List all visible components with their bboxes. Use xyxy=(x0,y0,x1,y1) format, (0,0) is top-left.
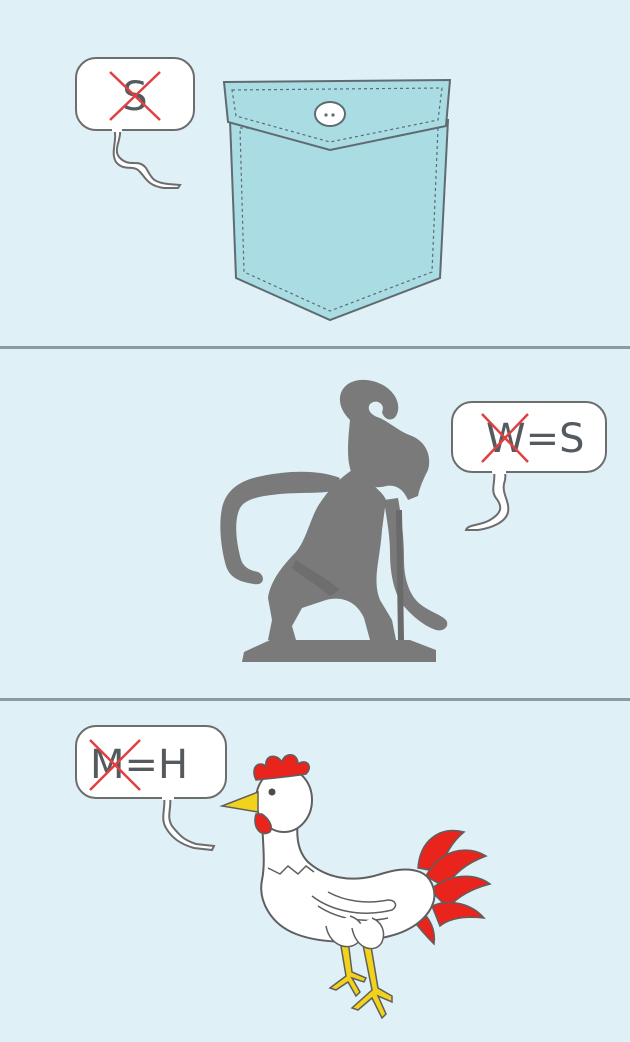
replacement-text: =S xyxy=(526,416,585,462)
crossed-letter: M xyxy=(90,742,125,788)
shadow-puppet-icon xyxy=(220,379,448,662)
panel-rooster: M=H xyxy=(0,701,630,1042)
rooster-icon xyxy=(219,754,492,1020)
panel-pocket: S xyxy=(0,0,630,346)
panel-shadow-puppet: W=S xyxy=(0,349,630,698)
replacement-text: =H xyxy=(125,742,189,788)
speech-bubble: M=H xyxy=(75,725,227,852)
speech-bubble: S xyxy=(75,57,195,189)
svg-text:M=H: M=H xyxy=(90,742,188,788)
svg-text:W=S: W=S xyxy=(486,416,584,462)
speech-bubble: W=S xyxy=(451,401,607,531)
shirt-pocket-icon xyxy=(222,78,452,322)
